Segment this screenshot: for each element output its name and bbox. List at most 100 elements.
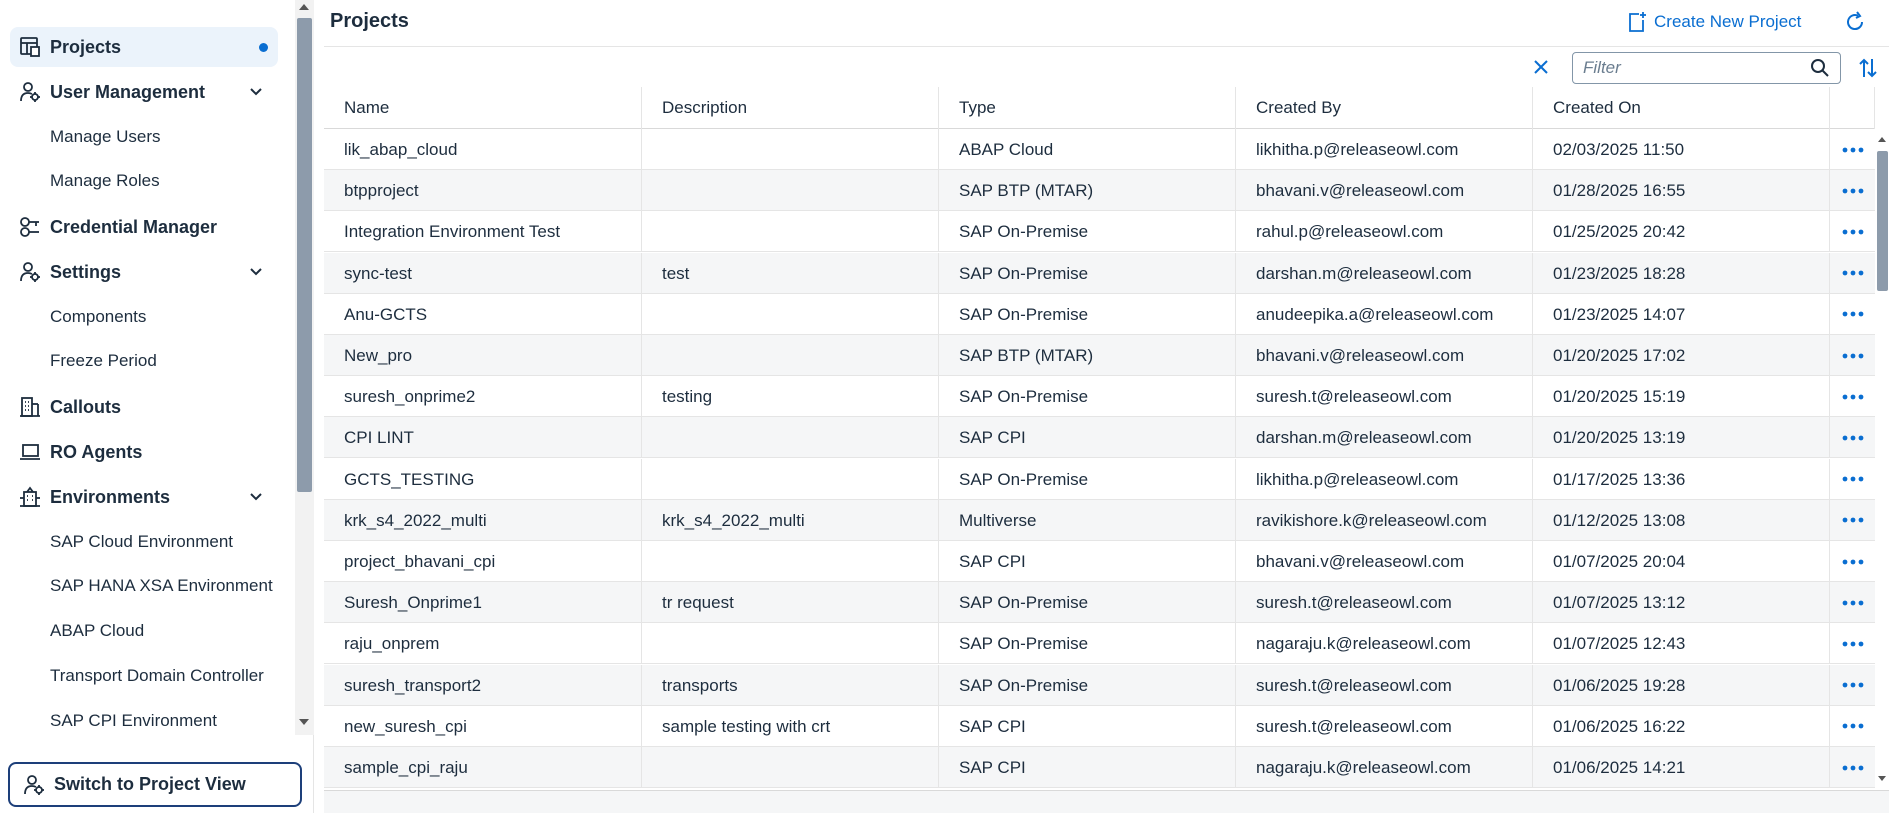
row-actions-button[interactable] bbox=[1830, 211, 1875, 252]
table-cell-description bbox=[642, 541, 939, 582]
sidebar-subitem-sap-cpi-environment[interactable]: SAP CPI Environment bbox=[50, 706, 217, 735]
table-row[interactable]: suresh_transport2 transports SAP On-Premis… bbox=[324, 664, 1875, 706]
table-cell-name: New_pro bbox=[324, 335, 642, 376]
laptop-icon bbox=[18, 440, 42, 464]
sidebar-item-projects[interactable]: Projects bbox=[10, 27, 278, 67]
row-actions-button[interactable] bbox=[1830, 582, 1875, 623]
row-actions-button[interactable] bbox=[1830, 294, 1875, 335]
column-header-created-by[interactable]: Created By bbox=[1236, 87, 1533, 129]
create-new-project-label: Create New Project bbox=[1654, 12, 1802, 31]
row-actions-button[interactable] bbox=[1830, 665, 1875, 706]
table-row[interactable]: sample_cpi_raju SAP CPI nagaraju.k@release… bbox=[324, 747, 1875, 788]
row-actions-button[interactable] bbox=[1830, 747, 1875, 788]
scroll-up-arrow[interactable] bbox=[299, 4, 309, 10]
sidebar-item-environments[interactable]: Environments bbox=[10, 477, 278, 517]
switch-button-label: Switch to Project View bbox=[54, 774, 246, 794]
scroll-down-arrow[interactable] bbox=[299, 719, 309, 725]
sidebar-subitem-transport-domain-controller[interactable]: Transport Domain Controller bbox=[50, 661, 264, 691]
table-cell-created-by: anudeepika.a@releaseowl.com bbox=[1236, 293, 1533, 335]
sidebar-subitem-manage-roles[interactable]: Manage Roles bbox=[50, 166, 160, 196]
table-cell-name: Suresh_Onprime1 bbox=[324, 582, 642, 624]
row-actions-button[interactable] bbox=[1830, 376, 1875, 417]
table-cell-created-on: 01/25/2025 20:42 bbox=[1533, 211, 1830, 253]
chevron-down-icon[interactable] bbox=[244, 485, 268, 509]
table-header: Name Description Type Created By Created… bbox=[324, 87, 1875, 129]
row-actions-button[interactable] bbox=[1830, 541, 1875, 582]
table-scrollbar[interactable] bbox=[1875, 129, 1889, 790]
table-row[interactable]: New_pro SAP BTP (MTAR) bhavani.v@releaseow… bbox=[324, 335, 1875, 376]
table-row[interactable]: btpproject SAP BTP (MTAR) bhavani.v@releas… bbox=[324, 170, 1875, 212]
row-actions-button[interactable] bbox=[1830, 253, 1875, 294]
company-icon bbox=[18, 485, 42, 509]
filter-input[interactable] bbox=[1573, 58, 1808, 78]
table-cell-description bbox=[642, 293, 939, 335]
column-header-created-on[interactable]: Created On bbox=[1533, 87, 1830, 129]
create-new-project-button[interactable]: Create New Project bbox=[1626, 8, 1801, 36]
table-row[interactable]: suresh_onprime2 testing SAP On-Premise sure… bbox=[324, 376, 1875, 418]
table-row[interactable]: CPI LINT SAP CPI darshan.m@releaseowl.com 0… bbox=[324, 417, 1875, 459]
scroll-up-arrow[interactable] bbox=[1878, 137, 1886, 142]
sidebar-item-credential-manager[interactable]: Credential Manager bbox=[10, 207, 278, 247]
table-row[interactable]: Suresh_Onprime1 tr request SAP On-Premise s… bbox=[324, 582, 1875, 624]
create-document-icon bbox=[1626, 11, 1648, 33]
sidebar-item-label: Projects bbox=[50, 36, 122, 57]
table-cell-created-on: 01/23/2025 14:07 bbox=[1533, 293, 1830, 335]
table-row[interactable]: new_suresh_cpi sample testing with crt SAP… bbox=[324, 705, 1875, 747]
scrollbar-thumb[interactable] bbox=[297, 18, 312, 492]
row-actions-button[interactable] bbox=[1830, 170, 1875, 211]
table-row[interactable]: lik_abap_cloud ABAP Cloud likhitha.p@relea… bbox=[324, 129, 1875, 170]
table-cell-created-by: suresh.t@releaseowl.com bbox=[1236, 705, 1533, 747]
sidebar-subitem-freeze-period[interactable]: Freeze Period bbox=[50, 346, 157, 376]
table-cell-type: SAP On-Premise bbox=[939, 582, 1236, 624]
sidebar-scrollbar[interactable] bbox=[295, 0, 314, 735]
sidebar-subitem-sap-cloud-environment[interactable]: SAP Cloud Environment bbox=[50, 527, 233, 557]
table-row[interactable]: Integration Environment Test SAP On-Premi… bbox=[324, 211, 1875, 253]
table-cell-type: SAP On-Premise bbox=[939, 458, 1236, 500]
sidebar-subitem-abap-cloud[interactable]: ABAP Cloud bbox=[50, 616, 144, 646]
projects-icon bbox=[18, 35, 42, 59]
table-cell-description: testing bbox=[642, 376, 939, 418]
sidebar-subitem-components[interactable]: Components bbox=[50, 302, 146, 332]
column-header-description[interactable]: Description bbox=[642, 87, 939, 129]
refresh-button[interactable] bbox=[1842, 9, 1868, 35]
scrollbar-thumb[interactable] bbox=[1877, 151, 1888, 291]
clear-filter-button[interactable] bbox=[1529, 55, 1553, 79]
table-cell-description bbox=[642, 417, 939, 459]
row-actions-button[interactable] bbox=[1830, 459, 1875, 500]
scroll-down-arrow[interactable] bbox=[1878, 776, 1886, 781]
sidebar-subitem-manage-users[interactable]: Manage Users bbox=[50, 122, 161, 152]
table-cell-created-by: suresh.t@releaseowl.com bbox=[1236, 582, 1533, 624]
table-cell-description: krk_s4_2022_multi bbox=[642, 499, 939, 541]
sidebar-item-ro-agents[interactable]: RO Agents bbox=[10, 432, 278, 472]
chevron-down-icon[interactable] bbox=[244, 260, 268, 284]
row-actions-button[interactable] bbox=[1830, 623, 1875, 664]
table-row[interactable]: Anu-GCTS SAP On-Premise anudeepika.a@relea… bbox=[324, 293, 1875, 335]
table-row[interactable]: project_bhavani_cpi SAP CPI bhavani.v@rele… bbox=[324, 541, 1875, 582]
table-cell-type: SAP BTP (MTAR) bbox=[939, 335, 1236, 376]
overflow-icon bbox=[1842, 723, 1863, 729]
row-actions-button[interactable] bbox=[1830, 335, 1875, 376]
column-header-name[interactable]: Name bbox=[324, 87, 642, 129]
table-row[interactable]: raju_onprem SAP On-Premise nagaraju.k@rele… bbox=[324, 623, 1875, 665]
switch-to-project-view-button[interactable]: Switch to Project View bbox=[8, 762, 302, 807]
table-row[interactable]: GCTS_TESTING SAP On-Premise likhitha.p@rel… bbox=[324, 458, 1875, 500]
sidebar-item-callouts[interactable]: Callouts bbox=[10, 387, 278, 427]
search-icon[interactable] bbox=[1808, 56, 1832, 80]
table-row[interactable]: sync-test test SAP On-Premise darshan.m@rel… bbox=[324, 252, 1875, 294]
row-actions-button[interactable] bbox=[1830, 417, 1875, 458]
table-cell-name: suresh_onprime2 bbox=[324, 376, 642, 418]
sidebar-subitem-sap-hana-xsa-environment[interactable]: SAP HANA XSA Environment bbox=[50, 571, 273, 601]
row-actions-button[interactable] bbox=[1830, 500, 1875, 541]
sidebar-item-settings[interactable]: Settings bbox=[10, 252, 278, 292]
sort-button[interactable] bbox=[1854, 54, 1882, 82]
table-row[interactable]: krk_s4_2022_multi krk_s4_2022_multi Multiv… bbox=[324, 499, 1875, 541]
table-cell-created-by: likhitha.p@releaseowl.com bbox=[1236, 129, 1533, 170]
row-actions-button[interactable] bbox=[1830, 706, 1875, 747]
row-actions-button[interactable] bbox=[1830, 129, 1875, 170]
table-cell-name: sample_cpi_raju bbox=[324, 747, 642, 788]
chevron-down-icon[interactable] bbox=[244, 80, 268, 104]
table-cell-created-on: 01/28/2025 16:55 bbox=[1533, 170, 1830, 212]
sidebar-item-user-management[interactable]: User Management bbox=[10, 72, 278, 112]
column-header-type[interactable]: Type bbox=[939, 87, 1236, 129]
filter-field[interactable] bbox=[1572, 52, 1841, 84]
